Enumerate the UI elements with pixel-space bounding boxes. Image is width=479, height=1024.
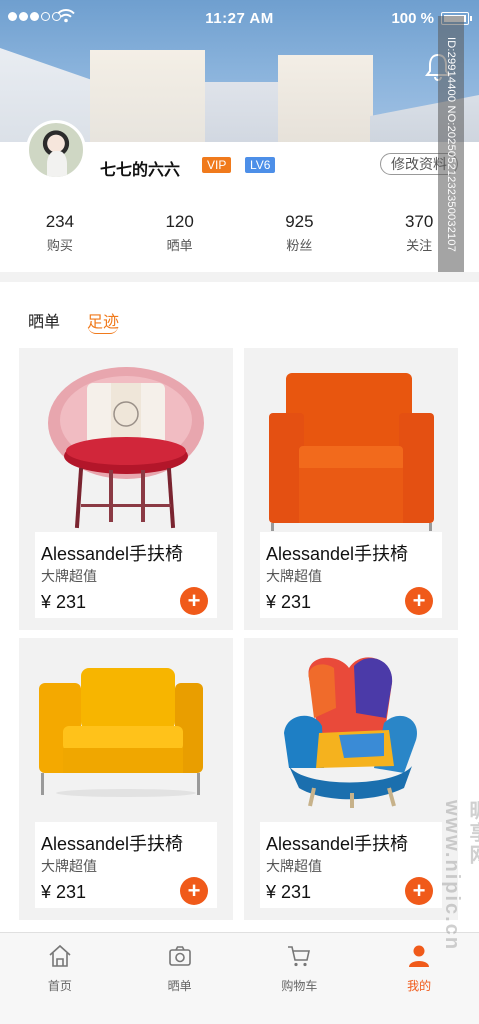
stat-value: 925 xyxy=(285,212,314,231)
product-card[interactable]: Alessandel手扶椅 大牌超值 ¥ 231 + xyxy=(19,348,233,630)
cart-icon xyxy=(288,946,311,967)
active-tab-indicator xyxy=(88,326,118,334)
add-to-cart-button[interactable]: + xyxy=(405,877,433,905)
level-badge: LV6 xyxy=(245,157,276,173)
product-name: Alessandel手扶椅 xyxy=(41,544,184,564)
stat-label: 粉丝 xyxy=(286,238,313,253)
stat-value: 120 xyxy=(165,212,194,231)
camera-icon xyxy=(168,946,191,966)
add-to-cart-button[interactable]: + xyxy=(180,587,208,615)
add-to-cart-button[interactable]: + xyxy=(405,587,433,615)
content-tabs: 晒单 足迹 xyxy=(0,282,479,347)
profile-stats: 234 购买 120 晒单 925 粉丝 370 关注 xyxy=(0,212,479,254)
user-icon xyxy=(409,945,430,967)
add-to-cart-button[interactable]: + xyxy=(180,877,208,905)
product-info: Alessandel手扶椅 大牌超值 ¥ 231 + xyxy=(35,822,217,908)
tabbar-item-cart[interactable]: 购物车 xyxy=(240,933,360,1024)
pink-lounge-chair-image xyxy=(48,367,204,529)
vip-badge: VIP xyxy=(202,157,232,173)
product-price: ¥ 231 xyxy=(41,882,87,902)
tabbar-item-shares[interactable]: 晒单 xyxy=(120,933,240,1024)
tabbar-label: 首页 xyxy=(47,979,72,993)
stat-label: 晒单 xyxy=(166,238,193,253)
stat-purchases[interactable]: 234 购买 xyxy=(0,212,120,254)
watermark-site: 昵享网 www.nipic.cn xyxy=(441,800,479,952)
avatar[interactable] xyxy=(26,120,86,180)
profile-card: 七七的六六 VIP LV6 修改资料 234 购买 120 晒单 925 粉丝 … xyxy=(0,120,479,272)
tabbar-item-home[interactable]: 首页 xyxy=(0,933,120,1024)
product-name: Alessandel手扶椅 xyxy=(266,834,409,854)
product-subtitle: 大牌超值 xyxy=(41,858,97,874)
stat-followers[interactable]: 925 粉丝 xyxy=(240,212,360,254)
orange-armchair-image xyxy=(269,373,434,531)
stat-value: 234 xyxy=(45,212,75,231)
product-subtitle: 大牌超值 xyxy=(266,858,322,874)
product-price: ¥ 231 xyxy=(266,592,312,612)
product-card[interactable]: Alessandel手扶椅 大牌超值 ¥ 231 + xyxy=(244,638,458,920)
tabbar-label: 购物车 xyxy=(281,979,318,993)
product-name: Alessandel手扶椅 xyxy=(266,544,409,564)
status-bar: 11:27 AM 100 % xyxy=(0,0,479,36)
product-info: Alessandel手扶椅 大牌超值 ¥ 231 + xyxy=(260,532,442,618)
stat-label: 购买 xyxy=(46,238,73,253)
product-info: Alessandel手扶椅 大牌超值 ¥ 231 + xyxy=(35,532,217,618)
product-info: Alessandel手扶椅 大牌超值 ¥ 231 + xyxy=(260,822,442,908)
username: 七七的六六 xyxy=(100,162,181,179)
bottom-tab-bar: 首页 晒单 购物车 我的 xyxy=(0,932,479,1024)
tabbar-label: 晒单 xyxy=(167,979,192,993)
product-card[interactable]: Alessandel手扶椅 大牌超值 ¥ 231 + xyxy=(244,348,458,630)
product-name: Alessandel手扶椅 xyxy=(41,834,184,854)
product-subtitle: 大牌超值 xyxy=(266,568,322,584)
yellow-armchair-image xyxy=(39,668,203,797)
product-subtitle: 大牌超值 xyxy=(41,568,97,584)
multicolor-wingback-chair-image xyxy=(284,657,417,808)
tab-shares[interactable]: 晒单 xyxy=(28,308,60,332)
home-icon xyxy=(49,944,71,967)
stat-shares[interactable]: 120 晒单 xyxy=(120,212,240,254)
product-card[interactable]: Alessandel手扶椅 大牌超值 ¥ 231 + xyxy=(19,638,233,920)
product-price: ¥ 231 xyxy=(41,592,87,612)
battery-percent: 100 % xyxy=(391,10,434,27)
watermark-id: ID:29914400 NO:20250521232350032107 xyxy=(438,16,464,272)
product-price: ¥ 231 xyxy=(266,882,312,902)
